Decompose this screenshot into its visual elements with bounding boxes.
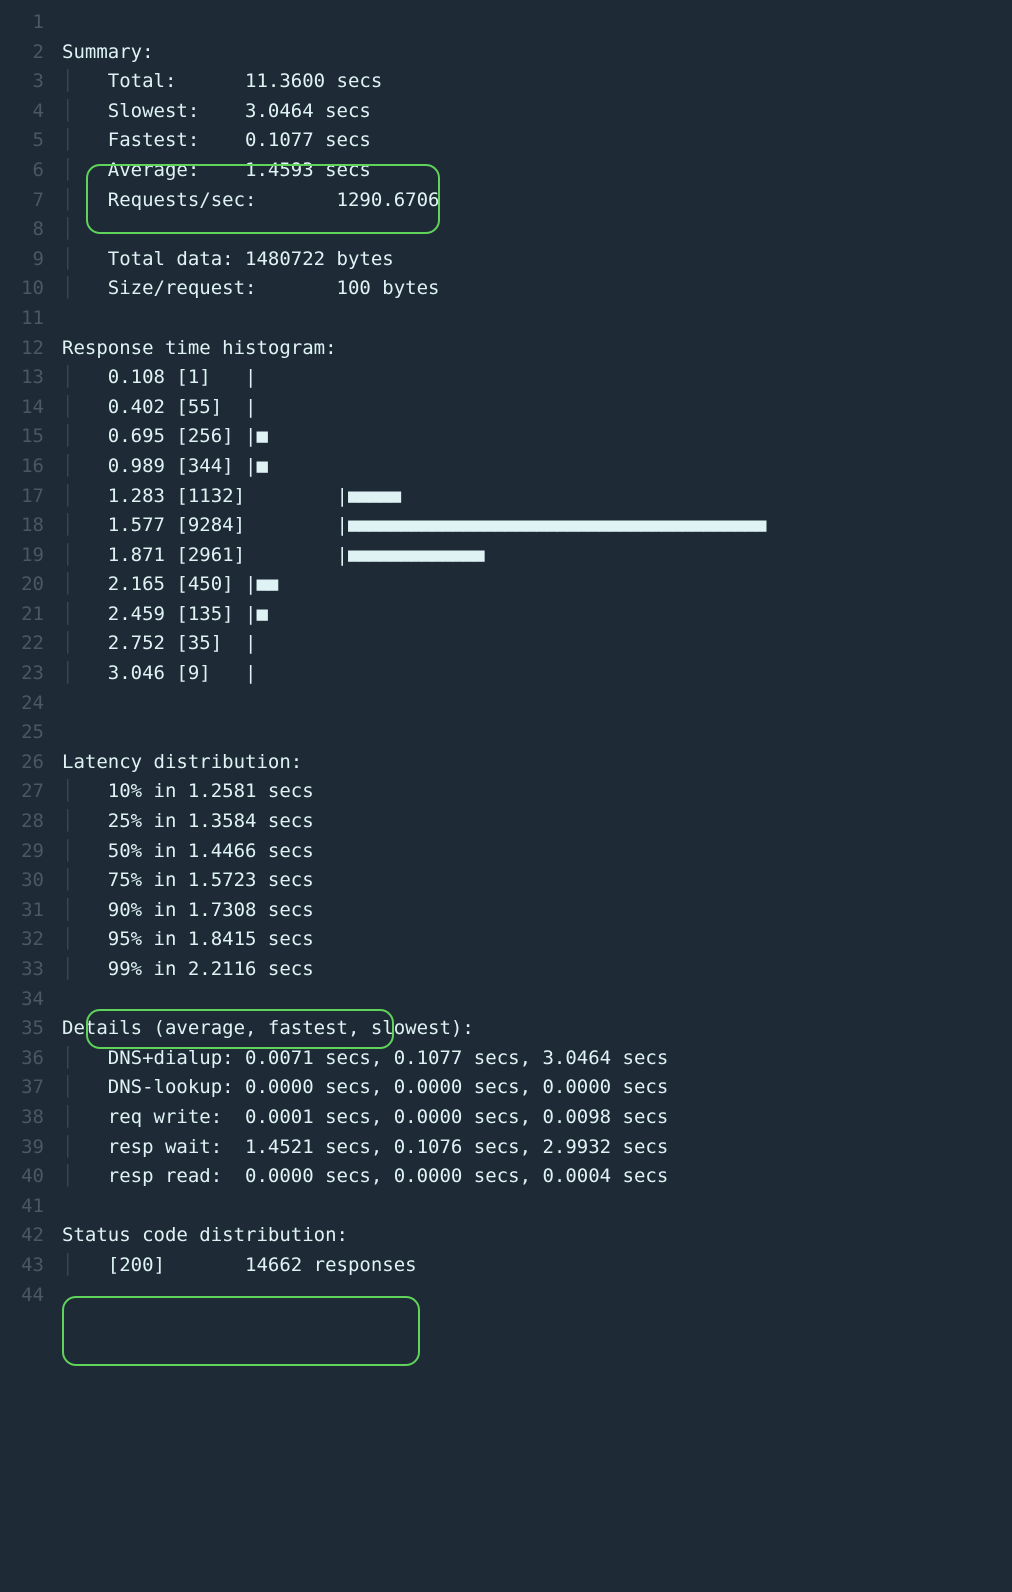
line-number: 1 (0, 8, 44, 38)
latency-row: │ 10% in 1.2581 secs (62, 777, 1012, 807)
line-number: 12 (0, 334, 44, 364)
code-line (62, 1281, 1012, 1311)
code-line (62, 304, 1012, 334)
summary-size-req: │ Size/request: 100 bytes (62, 274, 1012, 304)
line-number: 3 (0, 67, 44, 97)
line-number: 40 (0, 1162, 44, 1192)
histogram-row: │ 3.046 [9] | (62, 659, 1012, 689)
summary-total-data: │ Total data: 1480722 bytes (62, 245, 1012, 275)
line-number: 41 (0, 1192, 44, 1222)
histogram-row: │ 1.283 [1132] |■■■■■ (62, 482, 1012, 512)
latency-row: │ 25% in 1.3584 secs (62, 807, 1012, 837)
line-number: 5 (0, 126, 44, 156)
line-number: 25 (0, 718, 44, 748)
details-row: │ resp read: 0.0000 secs, 0.0000 secs, 0… (62, 1162, 1012, 1192)
histogram-row: │ 0.402 [55] | (62, 393, 1012, 423)
code-line (62, 689, 1012, 719)
line-number: 28 (0, 807, 44, 837)
summary-total: │ Total: 11.3600 secs (62, 67, 1012, 97)
details-row: │ DNS-lookup: 0.0000 secs, 0.0000 secs, … (62, 1073, 1012, 1103)
line-number: 17 (0, 482, 44, 512)
line-number: 33 (0, 955, 44, 985)
line-number: 35 (0, 1014, 44, 1044)
line-number: 30 (0, 866, 44, 896)
line-number: 19 (0, 541, 44, 571)
line-number: 6 (0, 156, 44, 186)
code-line (62, 985, 1012, 1015)
line-number: 42 (0, 1221, 44, 1251)
code-line (62, 718, 1012, 748)
line-number: 21 (0, 600, 44, 630)
histogram-row: │ 0.695 [256] |■ (62, 422, 1012, 452)
line-number: 29 (0, 837, 44, 867)
summary-fastest: │ Fastest: 0.1077 secs (62, 126, 1012, 156)
histogram-row: │ 0.108 [1] | (62, 363, 1012, 393)
details-header: Details (average, fastest, slowest): (62, 1014, 1012, 1044)
status-row: │ [200] 14662 responses (62, 1251, 1012, 1281)
code-area: Summary: │ Total: 11.3600 secs │ Slowest… (62, 8, 1012, 1310)
latency-row: │ 75% in 1.5723 secs (62, 866, 1012, 896)
line-number: 20 (0, 570, 44, 600)
line-number: 7 (0, 186, 44, 216)
line-number: 24 (0, 689, 44, 719)
line-number: 10 (0, 274, 44, 304)
summary-slowest: │ Slowest: 3.0464 secs (62, 97, 1012, 127)
line-number: 26 (0, 748, 44, 778)
code-line (62, 1192, 1012, 1222)
details-row: │ resp wait: 1.4521 secs, 0.1076 secs, 2… (62, 1133, 1012, 1163)
line-number: 18 (0, 511, 44, 541)
line-number: 34 (0, 985, 44, 1015)
latency-row: │ 90% in 1.7308 secs (62, 896, 1012, 926)
line-number: 2 (0, 38, 44, 68)
line-number: 36 (0, 1044, 44, 1074)
histogram-row: │ 1.871 [2961] |■■■■■■■■■■■■■ (62, 541, 1012, 571)
latency-row: │ 99% in 2.2116 secs (62, 955, 1012, 985)
latency-row: │ 95% in 1.8415 secs (62, 925, 1012, 955)
histogram-row: │ 2.752 [35] | (62, 629, 1012, 659)
line-number: 31 (0, 896, 44, 926)
code-editor: 1234567891011121314151617181920212223242… (0, 0, 1012, 1310)
status-header: Status code distribution: (62, 1221, 1012, 1251)
line-number: 11 (0, 304, 44, 334)
line-number: 15 (0, 422, 44, 452)
summary-rps: │ Requests/sec: 1290.6706 (62, 186, 1012, 216)
histogram-row: │ 0.989 [344] |■ (62, 452, 1012, 482)
line-number: 22 (0, 629, 44, 659)
line-number: 14 (0, 393, 44, 423)
line-number: 39 (0, 1133, 44, 1163)
histogram-row: │ 2.165 [450] |■■ (62, 570, 1012, 600)
line-number: 4 (0, 97, 44, 127)
details-row: │ req write: 0.0001 secs, 0.0000 secs, 0… (62, 1103, 1012, 1133)
code-line (62, 8, 1012, 38)
histogram-header: Response time histogram: (62, 334, 1012, 364)
summary-average: │ Average: 1.4593 secs (62, 156, 1012, 186)
line-number: 23 (0, 659, 44, 689)
line-number: 43 (0, 1251, 44, 1281)
details-row: │ DNS+dialup: 0.0071 secs, 0.1077 secs, … (62, 1044, 1012, 1074)
histogram-row: │ 1.577 [9284] |■■■■■■■■■■■■■■■■■■■■■■■■… (62, 511, 1012, 541)
code-line: │ (62, 215, 1012, 245)
line-number: 27 (0, 777, 44, 807)
histogram-row: │ 2.459 [135] |■ (62, 600, 1012, 630)
line-number: 13 (0, 363, 44, 393)
line-number: 37 (0, 1073, 44, 1103)
summary-header: Summary: (62, 38, 1012, 68)
line-number: 38 (0, 1103, 44, 1133)
line-number: 8 (0, 215, 44, 245)
line-number-gutter: 1234567891011121314151617181920212223242… (0, 8, 62, 1310)
line-number: 16 (0, 452, 44, 482)
line-number: 32 (0, 925, 44, 955)
latency-row: │ 50% in 1.4466 secs (62, 837, 1012, 867)
line-number: 9 (0, 245, 44, 275)
latency-header: Latency distribution: (62, 748, 1012, 778)
line-number: 44 (0, 1281, 44, 1311)
